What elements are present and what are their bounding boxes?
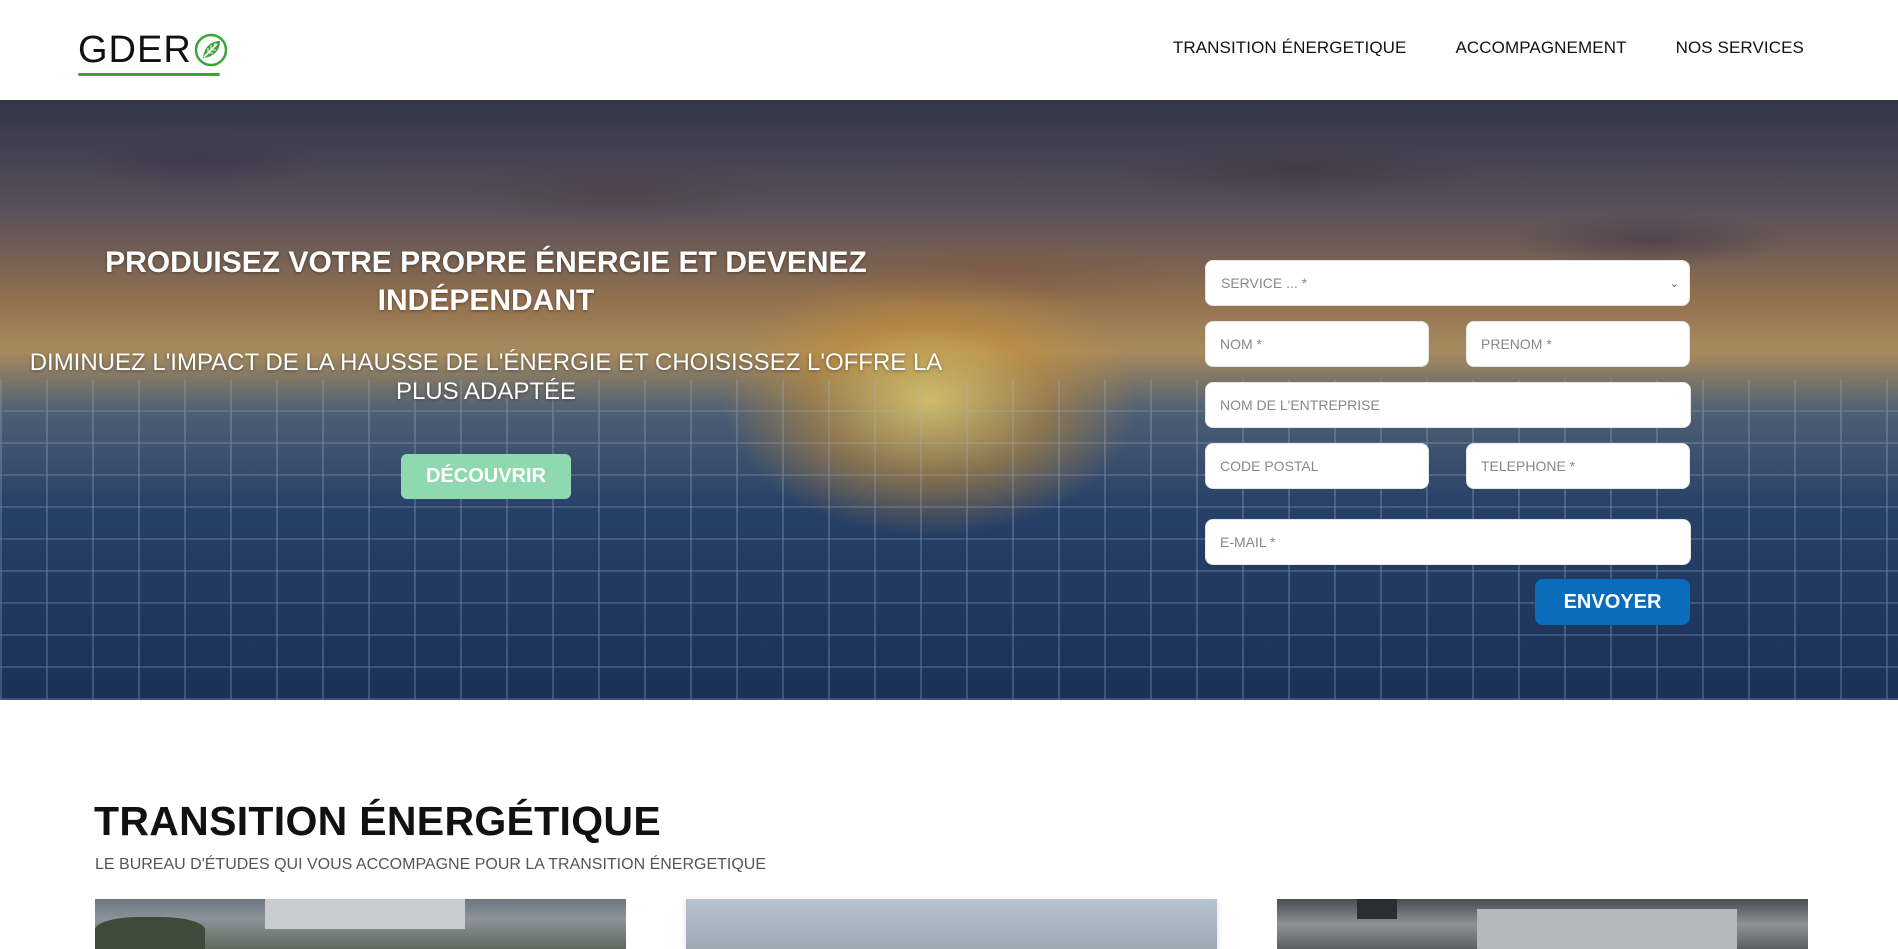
entreprise-field[interactable] [1205, 382, 1691, 428]
hero-banner: PRODUISEZ VOTRE PROPRE ÉNERGIE ET DEVENE… [0, 100, 1898, 700]
hero-title: PRODUISEZ VOTRE PROPRE ÉNERGIE ET DEVENE… [105, 246, 867, 317]
send-button[interactable]: ENVOYER [1535, 579, 1690, 625]
nav-nos-services[interactable]: NOS SERVICES [1676, 38, 1804, 58]
service-card-image-1[interactable] [95, 899, 626, 949]
logo-text: GDER [78, 29, 192, 71]
section-subtitle: LE BUREAU D'ÉTUDES QUI VOUS ACCOMPAGNE P… [95, 856, 767, 873]
nav-accompagnement[interactable]: ACCOMPAGNEMENT [1455, 38, 1626, 58]
prenom-field[interactable] [1466, 321, 1690, 367]
service-card-image-2[interactable] [686, 899, 1217, 949]
site-logo[interactable]: GDER [78, 28, 228, 76]
section-title: TRANSITION ÉNERGÉTIQUE [94, 798, 661, 844]
telephone-field[interactable] [1466, 443, 1690, 489]
discover-button[interactable]: DÉCOUVRIR [401, 454, 571, 499]
code-postal-field[interactable] [1205, 443, 1429, 489]
site-header: GDER TRANSITION ÉNERGETIQUE ACCOMPAGNEME… [0, 0, 1898, 100]
service-card-image-3[interactable] [1277, 899, 1808, 949]
logo-underline [78, 73, 220, 76]
main-nav: TRANSITION ÉNERGETIQUE ACCOMPAGNEMENT NO… [1173, 38, 1804, 58]
service-select-value: SERVICE ... * [1221, 275, 1308, 291]
nav-transition-energetique[interactable]: TRANSITION ÉNERGETIQUE [1173, 38, 1407, 58]
hero-subtitle: DIMINUEZ L'IMPACT DE LA HAUSSE DE L'ÉNER… [29, 349, 943, 405]
email-field[interactable] [1205, 519, 1691, 565]
chevron-down-icon: ⌄ [1669, 278, 1679, 290]
leaf-icon [194, 33, 228, 67]
service-select[interactable]: SERVICE ... * ⌄ [1205, 260, 1690, 306]
nom-field[interactable] [1205, 321, 1429, 367]
